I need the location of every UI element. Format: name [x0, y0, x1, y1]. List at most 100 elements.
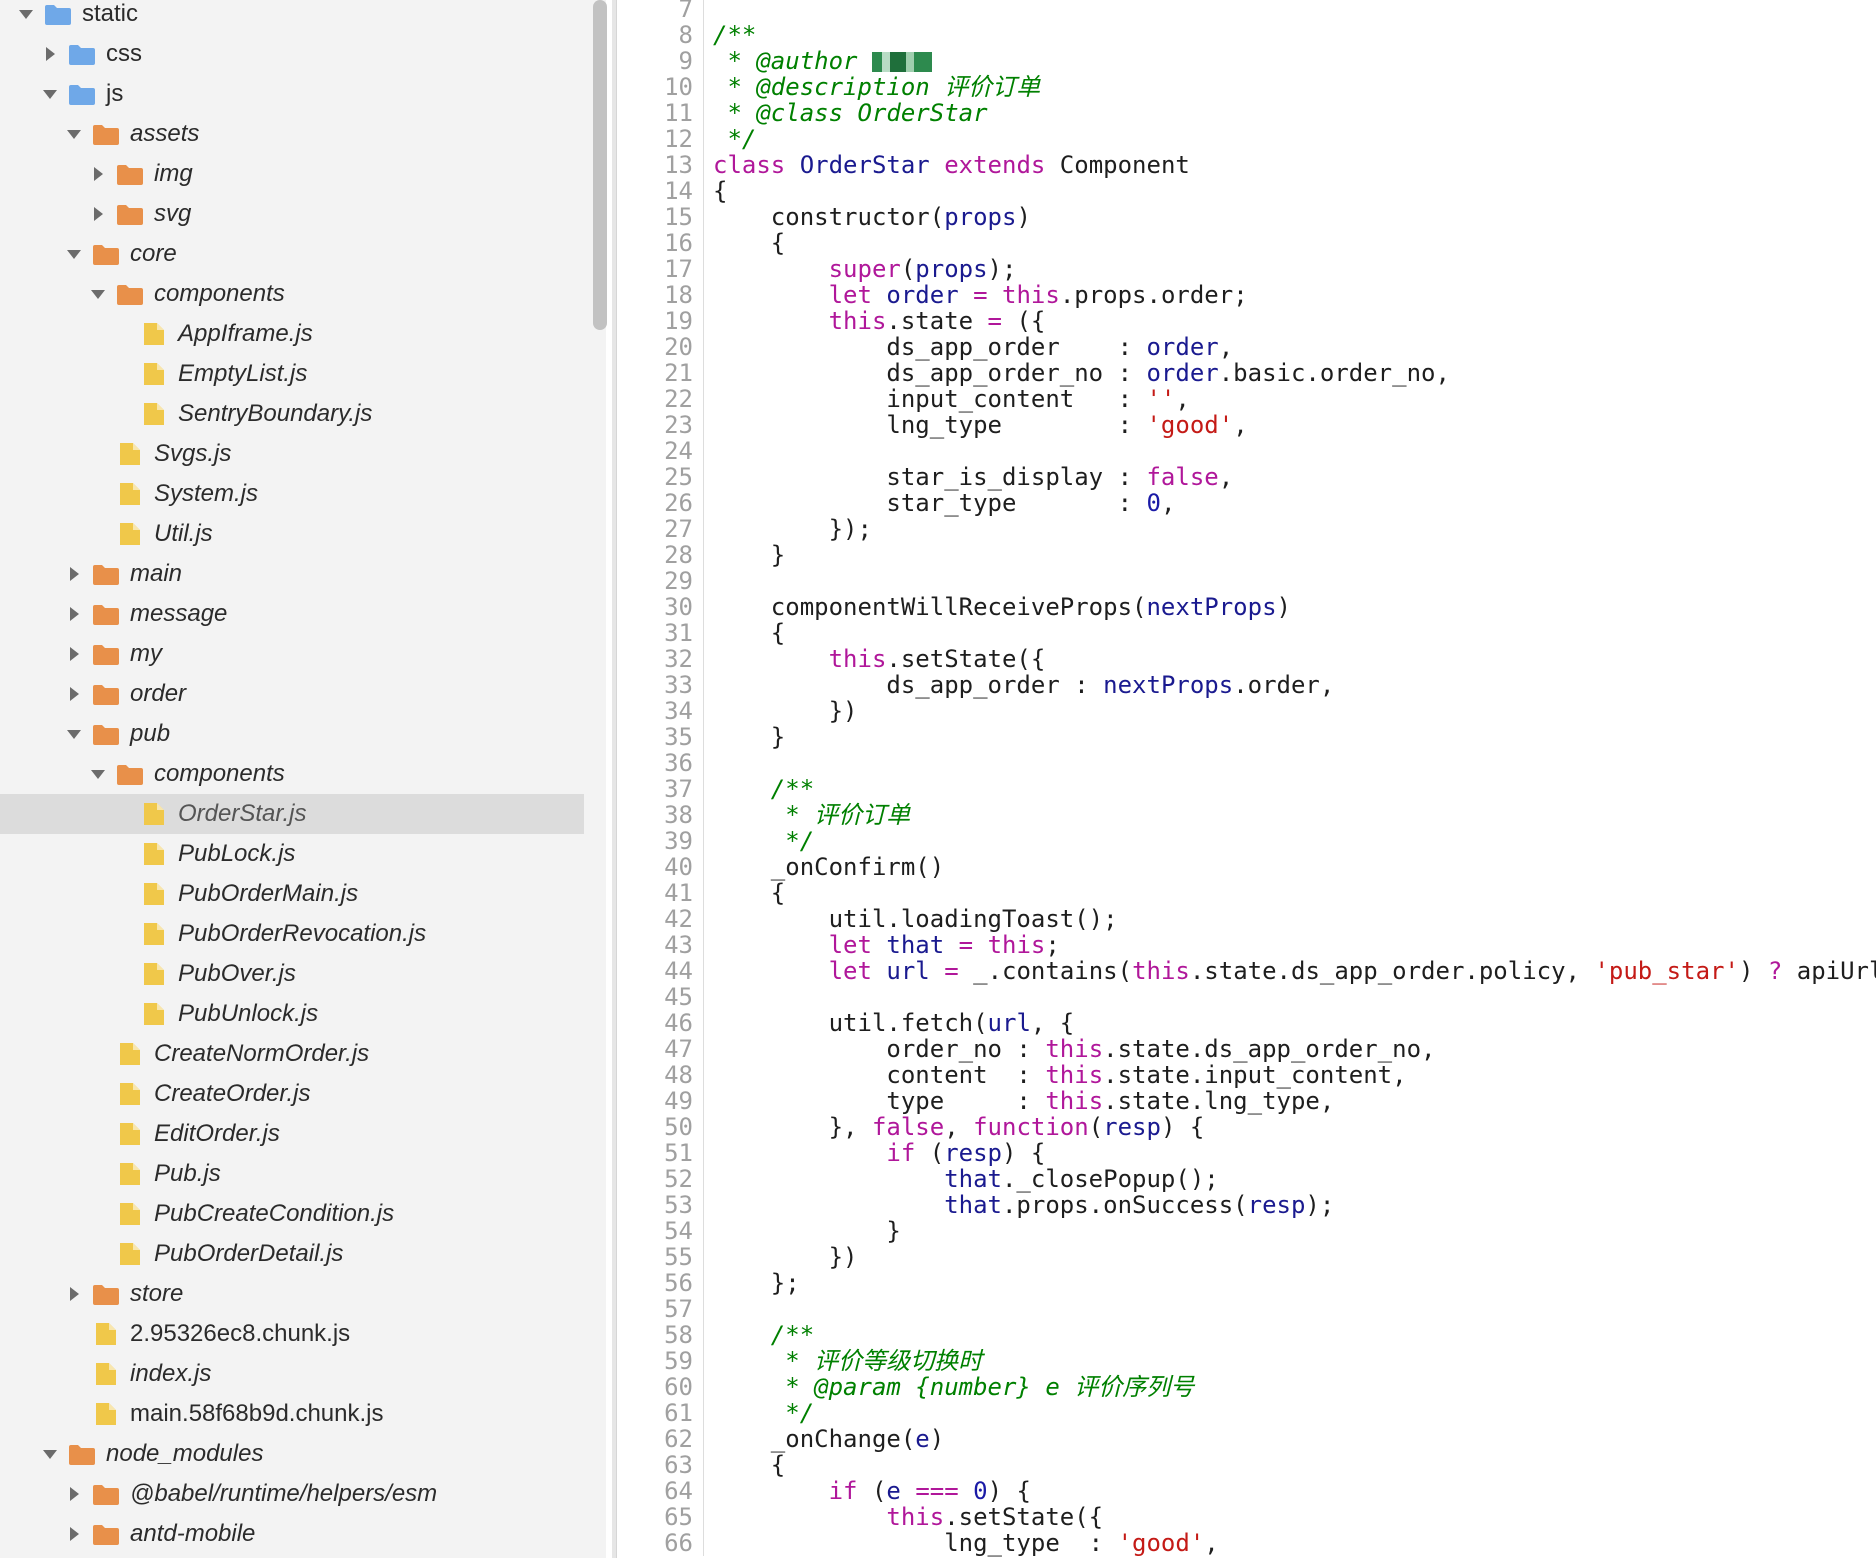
- code-line[interactable]: 41 {: [617, 880, 1876, 906]
- code-line[interactable]: 59 * 评价等级切换时: [617, 1348, 1876, 1374]
- tree-folder-row[interactable]: main: [0, 554, 584, 594]
- chevron-down-icon[interactable]: [38, 82, 62, 106]
- tree-folder-row[interactable]: store: [0, 1274, 584, 1314]
- tree-folder-row[interactable]: pub: [0, 714, 584, 754]
- chevron-right-icon[interactable]: [86, 162, 110, 186]
- code-line[interactable]: 52 that._closePopup();: [617, 1166, 1876, 1192]
- tree-folder-row[interactable]: components: [0, 754, 584, 794]
- tree-file-row[interactable]: main.58f68b9d.chunk.js: [0, 1394, 584, 1434]
- code-line[interactable]: 25 star_is_display : false,: [617, 464, 1876, 490]
- code-line[interactable]: 62 _onChange(e): [617, 1426, 1876, 1452]
- code-line[interactable]: 46 util.fetch(url, {: [617, 1010, 1876, 1036]
- tree-file-row[interactable]: PubOrderDetail.js: [0, 1234, 584, 1274]
- code-line[interactable]: 16 {: [617, 230, 1876, 256]
- code-line[interactable]: 18 let order = this.props.order;: [617, 282, 1876, 308]
- code-line[interactable]: 31 {: [617, 620, 1876, 646]
- tree-folder-row[interactable]: antd-mobile: [0, 1514, 584, 1554]
- tree-file-row[interactable]: PubOrderRevocation.js: [0, 914, 584, 954]
- tree-file-row[interactable]: CreateNormOrder.js: [0, 1034, 584, 1074]
- tree-folder-row[interactable]: img: [0, 154, 584, 194]
- code-line[interactable]: 42 util.loadingToast();: [617, 906, 1876, 932]
- code-line[interactable]: 23 lng_type : 'good',: [617, 412, 1876, 438]
- chevron-right-icon[interactable]: [62, 642, 86, 666]
- code-line[interactable]: 17 super(props);: [617, 256, 1876, 282]
- code-line[interactable]: 24: [617, 438, 1876, 464]
- tree-file-row[interactable]: SentryBoundary.js: [0, 394, 584, 434]
- code-line[interactable]: 66 lng_type : 'good',: [617, 1530, 1876, 1556]
- tree-file-row[interactable]: CreateOrder.js: [0, 1074, 584, 1114]
- code-line[interactable]: 51 if (resp) {: [617, 1140, 1876, 1166]
- code-line[interactable]: 26 star_type : 0,: [617, 490, 1876, 516]
- code-line[interactable]: 38 * 评价订单: [617, 802, 1876, 828]
- code-line[interactable]: 64 if (e === 0) {: [617, 1478, 1876, 1504]
- code-line[interactable]: 13 class OrderStar extends Component: [617, 152, 1876, 178]
- code-line[interactable]: 33 ds_app_order : nextProps.order,: [617, 672, 1876, 698]
- code-line[interactable]: 53 that.props.onSuccess(resp);: [617, 1192, 1876, 1218]
- code-line[interactable]: 50 }, false, function(resp) {: [617, 1114, 1876, 1140]
- code-line[interactable]: 37 /**: [617, 776, 1876, 802]
- chevron-down-icon[interactable]: [14, 2, 38, 26]
- chevron-right-icon[interactable]: [62, 1482, 86, 1506]
- code-line[interactable]: 44 let url = _.contains(this.state.ds_ap…: [617, 958, 1876, 984]
- tree-folder-row[interactable]: js: [0, 74, 584, 114]
- tree-file-row[interactable]: Pub.js: [0, 1154, 584, 1194]
- tree-folder-row[interactable]: css: [0, 34, 584, 74]
- tree-file-row[interactable]: PubLock.js: [0, 834, 584, 874]
- chevron-down-icon[interactable]: [62, 722, 86, 746]
- code-line[interactable]: 57: [617, 1296, 1876, 1322]
- code-line[interactable]: 56 };: [617, 1270, 1876, 1296]
- code-line[interactable]: 27 });: [617, 516, 1876, 542]
- sidebar-scrollbar-thumb[interactable]: [593, 0, 607, 330]
- tree-file-row[interactable]: AppIframe.js: [0, 314, 584, 354]
- code-line[interactable]: 43 let that = this;: [617, 932, 1876, 958]
- tree-folder-row[interactable]: @babel/runtime/helpers/esm: [0, 1474, 584, 1514]
- code-line[interactable]: 10 * @description 评价订单: [617, 74, 1876, 100]
- code-line[interactable]: 36: [617, 750, 1876, 776]
- code-line[interactable]: 60 * @param {number} e 评价序列号: [617, 1374, 1876, 1400]
- code-line[interactable]: 48 content : this.state.input_content,: [617, 1062, 1876, 1088]
- code-line[interactable]: 8 /**: [617, 22, 1876, 48]
- code-line[interactable]: 14 {: [617, 178, 1876, 204]
- chevron-right-icon[interactable]: [62, 682, 86, 706]
- code-line[interactable]: 49 type : this.state.lng_type,: [617, 1088, 1876, 1114]
- code-line[interactable]: 15 constructor(props): [617, 204, 1876, 230]
- code-line[interactable]: 58 /**: [617, 1322, 1876, 1348]
- tree-file-row[interactable]: PubCreateCondition.js: [0, 1194, 584, 1234]
- code-line[interactable]: 32 this.setState({: [617, 646, 1876, 672]
- tree-file-row[interactable]: PubOrderMain.js: [0, 874, 584, 914]
- chevron-right-icon[interactable]: [86, 202, 110, 226]
- tree-file-row[interactable]: PubOver.js: [0, 954, 584, 994]
- code-line[interactable]: 20 ds_app_order : order,: [617, 334, 1876, 360]
- code-line[interactable]: 30 componentWillReceiveProps(nextProps): [617, 594, 1876, 620]
- tree-folder-row[interactable]: core: [0, 234, 584, 274]
- tree-file-row[interactable]: Util.js: [0, 514, 584, 554]
- tree-folder-row[interactable]: message: [0, 594, 584, 634]
- tree-file-row[interactable]: Svgs.js: [0, 434, 584, 474]
- chevron-right-icon[interactable]: [62, 1522, 86, 1546]
- code-line[interactable]: 40 _onConfirm(): [617, 854, 1876, 880]
- code-line[interactable]: 61 */: [617, 1400, 1876, 1426]
- code-line[interactable]: 45: [617, 984, 1876, 1010]
- code-line[interactable]: 55 }): [617, 1244, 1876, 1270]
- code-line[interactable]: 21 ds_app_order_no : order.basic.order_n…: [617, 360, 1876, 386]
- chevron-down-icon[interactable]: [62, 242, 86, 266]
- tree-folder-row[interactable]: node_modules: [0, 1434, 584, 1474]
- chevron-down-icon[interactable]: [38, 1442, 62, 1466]
- tree-file-row[interactable]: PubUnlock.js: [0, 994, 584, 1034]
- code-line[interactable]: 19 this.state = ({: [617, 308, 1876, 334]
- chevron-down-icon[interactable]: [62, 122, 86, 146]
- code-line[interactable]: 34 }): [617, 698, 1876, 724]
- tree-folder-row[interactable]: svg: [0, 194, 584, 234]
- tree-file-row[interactable]: EditOrder.js: [0, 1114, 584, 1154]
- chevron-right-icon[interactable]: [62, 1282, 86, 1306]
- code-line[interactable]: 22 input_content : '',: [617, 386, 1876, 412]
- code-line[interactable]: 54 }: [617, 1218, 1876, 1244]
- code-line[interactable]: 63 {: [617, 1452, 1876, 1478]
- chevron-down-icon[interactable]: [86, 282, 110, 306]
- code-line[interactable]: 65 this.setState({: [617, 1504, 1876, 1530]
- code-line[interactable]: 47 order_no : this.state.ds_app_order_no…: [617, 1036, 1876, 1062]
- tree-folder-row[interactable]: static: [0, 0, 584, 34]
- chevron-down-icon[interactable]: [86, 762, 110, 786]
- code-line[interactable]: 28 }: [617, 542, 1876, 568]
- code-line[interactable]: 7: [617, 0, 1876, 22]
